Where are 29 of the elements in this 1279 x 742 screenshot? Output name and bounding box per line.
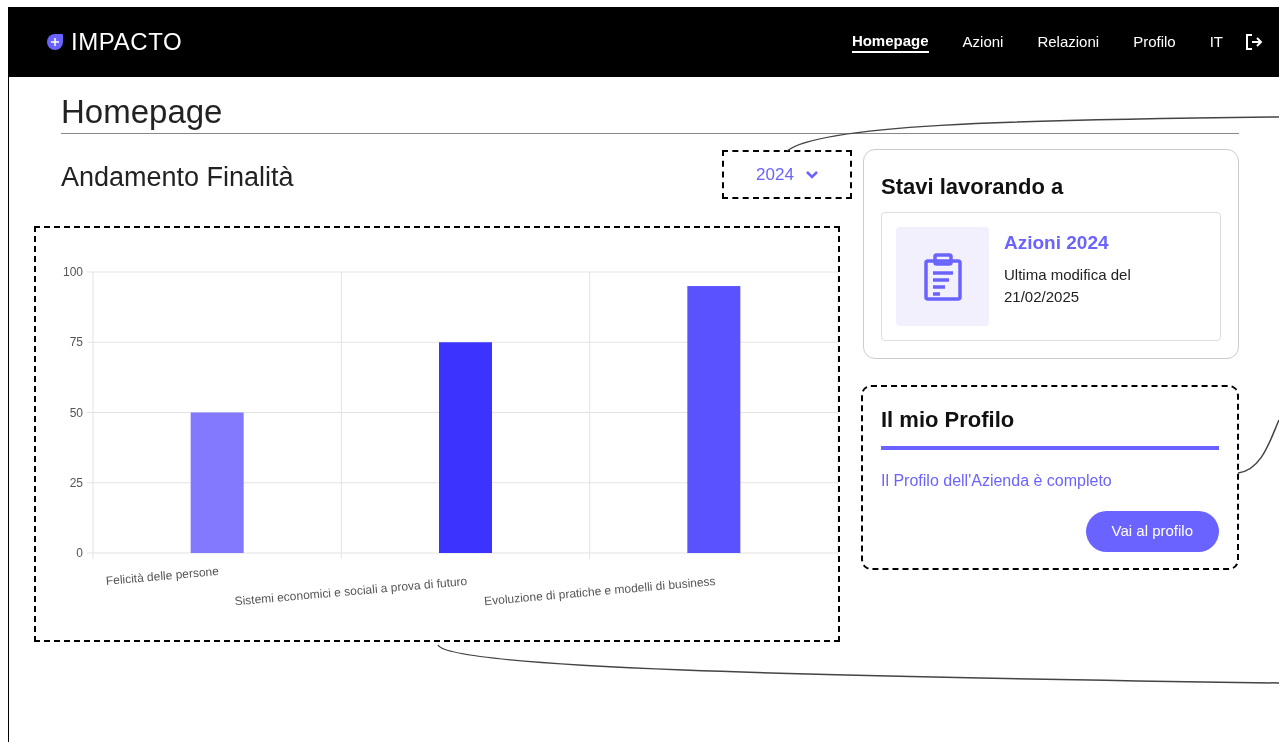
profile-button[interactable]: Vai al profilo — [1085, 511, 1219, 552]
axis-tick-label: 50 — [69, 405, 83, 420]
nav-link[interactable]: Relazioni — [1037, 32, 1100, 52]
section-title: Andamento Finalità — [61, 161, 294, 195]
nav-link[interactable]: Profilo — [1133, 32, 1176, 52]
chevron-down-icon — [805, 170, 818, 179]
logout-icon[interactable] — [1245, 33, 1263, 51]
axis-category-label: Sistemi economici e sociali a prova di futuro — [234, 574, 468, 609]
axis-category-label: Evoluzione di pratiche e modelli di business — [483, 574, 717, 609]
brand-name: IMPACTO — [71, 27, 183, 57]
nav-link[interactable]: Homepage — [851, 31, 929, 53]
card-title: Il mio Profilo — [881, 403, 1219, 450]
nav-link[interactable]: Azioni — [962, 32, 1004, 52]
profile-status: Il Profilo dell'Azienda è completo — [881, 471, 1113, 491]
axis-tick-label: 100 — [62, 265, 83, 279]
card-title: Stavi lavorando a — [881, 173, 1065, 201]
axis-tick-label: 0 — [76, 546, 83, 560]
axis-tick-label: 75 — [69, 335, 83, 350]
item-title: Azioni 2024 — [1004, 231, 1110, 255]
nav-link[interactable]: IT — [1209, 32, 1223, 52]
page-title: Homepage — [61, 92, 1239, 134]
recent-item[interactable]: Azioni 2024 Ultima modifica del 21/02/2025 — [881, 212, 1221, 341]
item-subtitle: Ultima modifica del 21/02/2025 — [1004, 264, 1132, 307]
logo-icon — [45, 32, 65, 52]
axis-tick-label: 25 — [69, 475, 83, 490]
axis-category-label: Felicità delle persone — [105, 564, 220, 588]
leader-line — [1237, 419, 1279, 474]
year-dropdown[interactable]: 2024 — [722, 150, 852, 199]
clipboard-icon — [922, 252, 963, 301]
